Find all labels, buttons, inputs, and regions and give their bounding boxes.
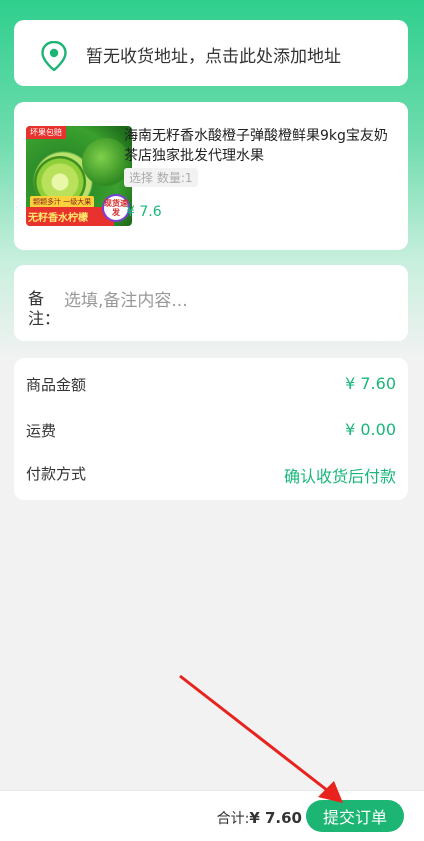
summary-row-goods-amount: 商品金额 ¥ 7.60 — [26, 374, 396, 396]
summary-row-payment-method: 付款方式 确认收货后付款 — [26, 463, 396, 486]
arrow-shaft — [179, 674, 333, 796]
address-card[interactable]: 暂无收货地址，点击此处添加地址 — [14, 20, 408, 86]
order-summary: 商品金额 ¥ 7.60 运费 ¥ 0.00 付款方式 确认收货后付款 — [14, 358, 408, 500]
product-image: 坏果包赔 颗颗多汁 一级大果 无籽香水柠檬 现货速发 — [26, 126, 132, 226]
checkout-bar: 合计:¥ 7.60 提交订单 — [0, 790, 424, 841]
summary-value: ¥ 7.60 — [345, 374, 396, 393]
product-spec[interactable]: 选择 数量:1 — [124, 168, 198, 187]
note-card: 备注： — [14, 265, 408, 341]
product-title: 海南无籽香水酸橙子弹酸橙鲜果9kg宝友奶茶店独家批发代理水果 — [124, 128, 388, 164]
submit-order-button[interactable]: 提交订单 — [306, 800, 404, 832]
note-label: 备注： — [28, 289, 61, 328]
summary-row-shipping: 运费 ¥ 0.00 — [26, 420, 396, 442]
summary-value: ¥ 0.00 — [345, 420, 396, 439]
summary-value: 确认收货后付款 — [283, 467, 396, 486]
total-label: 合计: — [216, 811, 250, 827]
image-tag-top: 坏果包赔 — [26, 126, 66, 139]
note-input[interactable] — [64, 291, 394, 311]
total-value: ¥ 7.60 — [249, 809, 302, 827]
lime-illustration — [82, 138, 130, 186]
product-price: ¥ 7.6 — [126, 204, 162, 220]
image-tag-bottom: 无籽香水柠檬 — [26, 207, 114, 226]
add-address-prompt: 暂无收货地址，点击此处添加地址 — [86, 47, 341, 67]
summary-label: 商品金额 — [26, 376, 87, 394]
summary-label: 付款方式 — [26, 465, 87, 483]
location-pin-icon — [41, 41, 67, 71]
summary-label: 运费 — [26, 422, 57, 440]
order-total: 合计:¥ 7.60 — [217, 808, 302, 828]
product-card: 坏果包赔 颗颗多汁 一级大果 无籽香水柠檬 现货速发 海南无籽香水酸橙子弹酸橙鲜… — [14, 102, 408, 250]
